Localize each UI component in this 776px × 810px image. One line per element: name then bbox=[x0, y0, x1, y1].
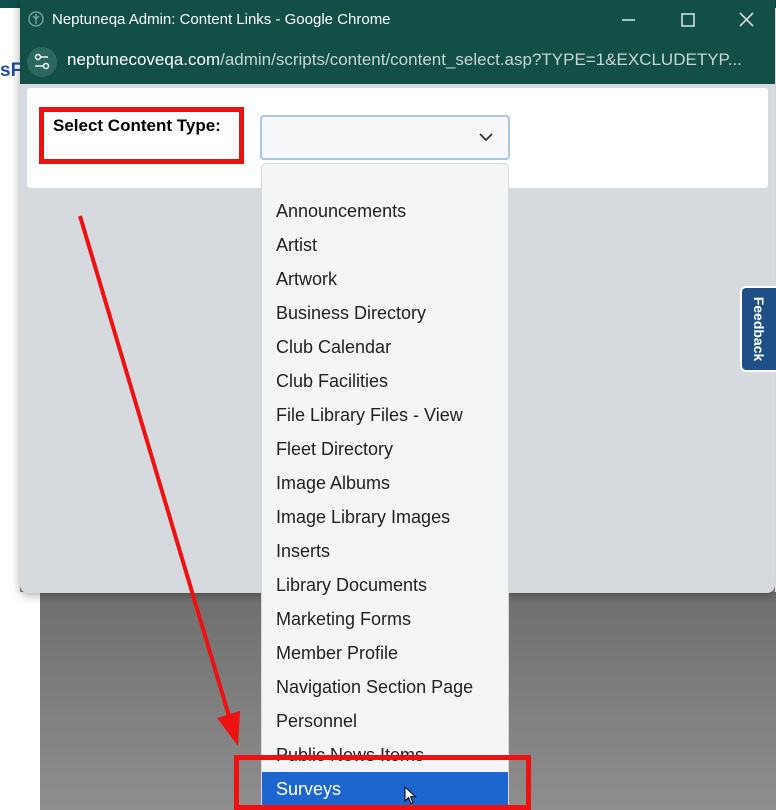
maximize-icon[interactable] bbox=[674, 8, 702, 32]
url-path: /admin/scripts/content/content_select.as… bbox=[220, 50, 742, 69]
surveys-highlight-box bbox=[234, 755, 531, 810]
dropdown-option[interactable]: Artwork bbox=[262, 262, 508, 296]
background-page-left: sF bbox=[0, 8, 23, 810]
dropdown-option[interactable]: Navigation Section Page bbox=[262, 670, 508, 704]
background-page-strip bbox=[20, 592, 40, 810]
minimize-icon[interactable] bbox=[614, 8, 642, 32]
dropdown-option[interactable]: Personnel bbox=[262, 704, 508, 738]
tune-icon bbox=[34, 53, 50, 70]
background-page-text: sF bbox=[0, 60, 23, 81]
url-field[interactable]: neptunecoveqa.com/admin/scripts/content/… bbox=[67, 50, 742, 70]
window-title: Neptuneqa Admin: Content Links - Google … bbox=[52, 11, 391, 28]
label-highlight-box bbox=[39, 107, 244, 164]
url-host: neptunecoveqa.com bbox=[67, 50, 221, 69]
dropdown-option[interactable]: Image Albums bbox=[262, 466, 508, 500]
content-type-select[interactable] bbox=[260, 115, 510, 160]
chevron-down-icon bbox=[479, 133, 493, 142]
dropdown-option[interactable]: Club Calendar bbox=[262, 330, 508, 364]
dropdown-option[interactable]: Announcements bbox=[262, 194, 508, 228]
dropdown-option[interactable]: Image Library Images bbox=[262, 500, 508, 534]
dropdown-option[interactable]: Business Directory bbox=[262, 296, 508, 330]
dropdown-option[interactable]: Inserts bbox=[262, 534, 508, 568]
site-info-button[interactable] bbox=[27, 47, 57, 77]
dropdown-option[interactable]: Club Facilities bbox=[262, 364, 508, 398]
mouse-cursor-icon bbox=[404, 786, 417, 805]
feedback-tab[interactable]: Feedback bbox=[740, 286, 776, 372]
title-bar: Neptuneqa Admin: Content Links - Google … bbox=[20, 0, 775, 40]
dropdown-option[interactable]: Library Documents bbox=[262, 568, 508, 602]
feedback-label: Feedback bbox=[751, 296, 767, 362]
address-bar: neptunecoveqa.com/admin/scripts/content/… bbox=[20, 40, 775, 84]
site-favicon-icon bbox=[28, 11, 44, 27]
content-type-options[interactable]: Announcements Artist Artwork Business Direc… bbox=[261, 163, 509, 810]
dropdown-option[interactable]: Marketing Forms bbox=[262, 602, 508, 636]
close-icon[interactable] bbox=[732, 8, 760, 32]
dropdown-option[interactable]: Artist bbox=[262, 228, 508, 262]
dropdown-option[interactable]: File Library Files - View bbox=[262, 398, 508, 432]
dropdown-option[interactable]: Fleet Directory bbox=[262, 432, 508, 466]
dropdown-option[interactable]: Member Profile bbox=[262, 636, 508, 670]
